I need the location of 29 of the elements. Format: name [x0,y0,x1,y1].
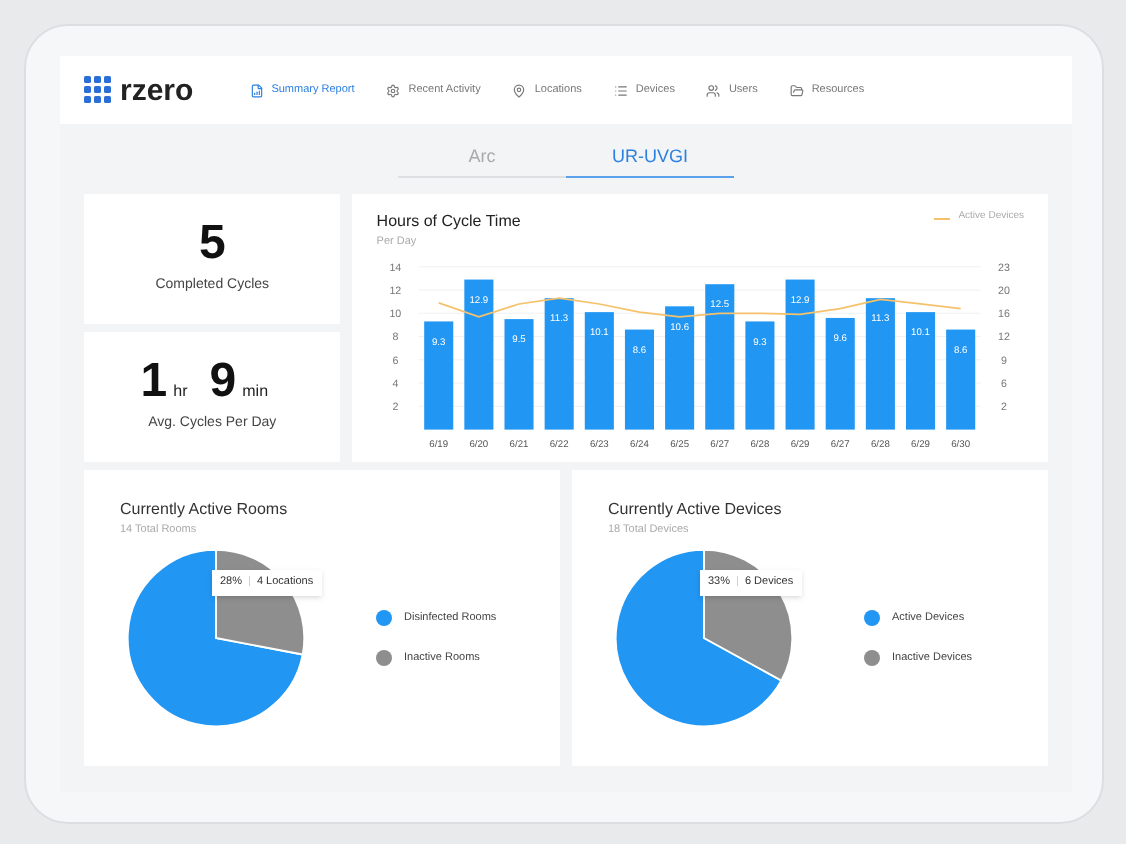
list-icon [613,83,628,97]
bar [826,318,856,431]
logo-grid-icon [84,76,112,104]
stat-value: 1 [140,358,168,407]
pin-icon [512,83,527,97]
stat-value: 9 [209,358,237,407]
bar [625,330,655,431]
bar [946,330,976,431]
bar [545,298,575,431]
stat-unit: hr [173,380,188,405]
stat-unit: min [242,380,269,405]
users-icon [706,83,721,97]
bar [505,319,535,431]
stat-value: 5 [198,220,226,269]
bar [665,306,695,431]
bar [746,321,776,431]
gear-icon [386,83,401,97]
bar [424,321,454,431]
tab[interactable]: UR-UVGI [566,138,734,178]
chart-title: Hours of Cycle Time [376,210,521,234]
card-title: Currently Active Devices [608,498,784,522]
logo-text: rzero [120,75,194,105]
folder-icon [789,83,804,97]
bar [906,312,936,431]
card-title: Currently Active Rooms [120,498,290,522]
bar [585,312,615,431]
legend-line-icon [934,217,951,219]
report-icon [249,83,264,97]
bar [866,298,896,431]
